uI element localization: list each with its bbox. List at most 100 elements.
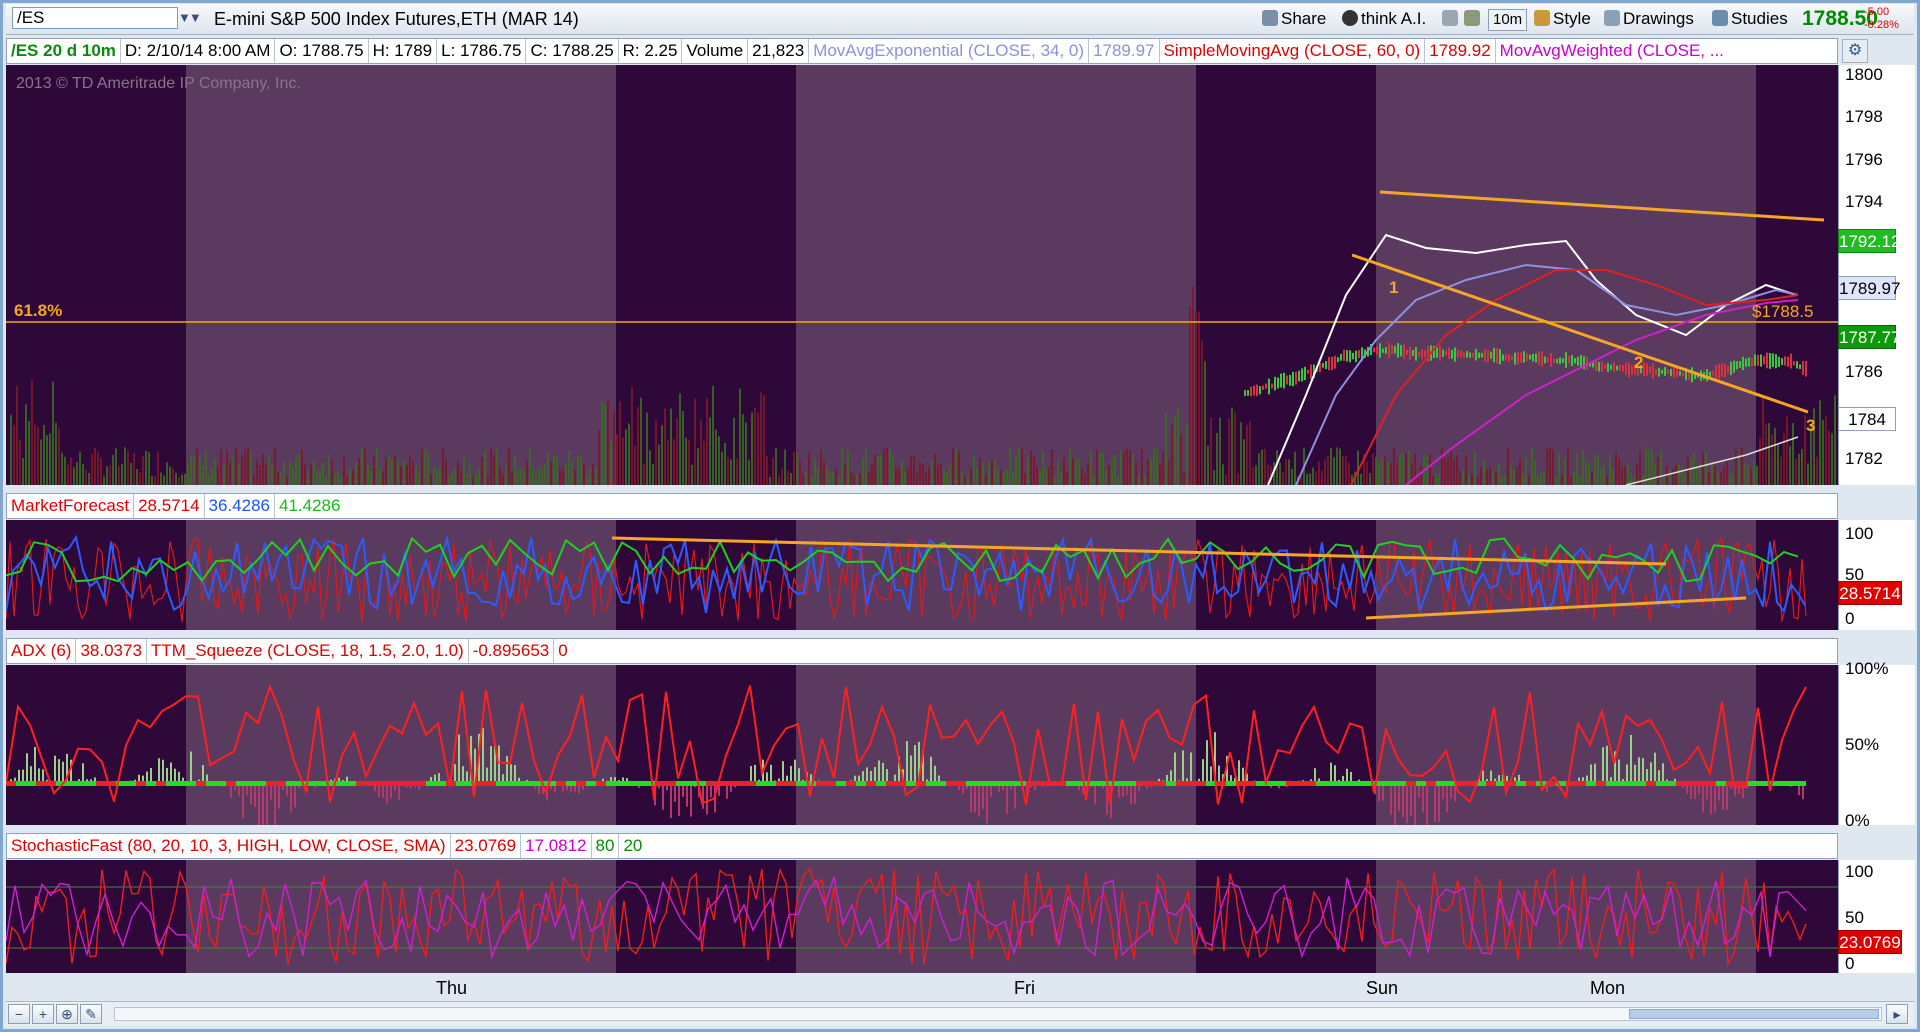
price-candle <box>1310 364 1312 380</box>
studies-button[interactable]: Studies <box>1712 8 1788 30</box>
volume-bar <box>1576 453 1578 485</box>
stochastic-axis[interactable]: 100 50 0 <box>1838 860 1915 973</box>
price-candle <box>1292 371 1294 387</box>
volume-bar <box>1369 473 1371 485</box>
price-candle <box>1727 365 1729 374</box>
volume-bar <box>1732 473 1734 485</box>
zoom-in-icon[interactable]: + <box>32 1004 54 1024</box>
volume-bar <box>1672 469 1674 485</box>
squeeze-dot <box>1296 781 1306 786</box>
squeeze-histogram-bar <box>174 768 176 783</box>
market-forecast-pane[interactable] <box>6 520 1838 630</box>
day-label-thu: Thu <box>436 978 468 998</box>
volume-bar <box>349 468 351 485</box>
squeeze-dot <box>1066 781 1076 786</box>
sma-label[interactable]: SimpleMovingAvg (CLOSE, 60, 0) <box>1160 39 1426 63</box>
period-selector[interactable]: 10m <box>1488 9 1528 31</box>
drawings-button[interactable]: Drawings <box>1604 8 1694 30</box>
zoom-out-icon[interactable]: − <box>8 1004 30 1024</box>
volume-bar <box>127 450 129 485</box>
think-ai-button[interactable]: think A.I. <box>1342 8 1426 30</box>
squeeze-dot <box>436 781 446 786</box>
squeeze-histogram-bar <box>1414 783 1416 825</box>
price-candle <box>1328 356 1330 371</box>
market-forecast-label[interactable]: MarketForecast <box>7 494 135 518</box>
volume-bar <box>1057 460 1059 485</box>
volume-bar <box>1279 462 1281 485</box>
volume-bar <box>1186 422 1188 485</box>
volume-bar <box>1444 458 1446 485</box>
volume-bar <box>610 440 612 485</box>
squeeze-dot <box>556 781 566 786</box>
volume-bar <box>1438 473 1440 485</box>
volume-bar <box>667 440 669 485</box>
settings-tool-button[interactable] <box>1464 8 1483 30</box>
day-label-fri: Fri <box>1014 978 1035 998</box>
volume-bar <box>301 449 303 485</box>
squeeze-dot <box>1666 781 1676 786</box>
squeeze-dot <box>1176 781 1186 786</box>
price-candle <box>1334 355 1336 369</box>
fit-zoom-icon[interactable]: ⊕ <box>56 1004 78 1024</box>
price-candle <box>1337 357 1339 363</box>
scroll-right-icon[interactable]: ▸ <box>1886 1004 1908 1024</box>
volume-bar <box>1735 449 1737 485</box>
ema-label[interactable]: MovAvgExponential (CLOSE, 34, 0) <box>809 39 1090 63</box>
squeeze-dot <box>1186 781 1196 786</box>
volume-bar <box>700 420 702 485</box>
volume-bar <box>304 465 306 485</box>
scroll-thumb[interactable] <box>1629 1009 1879 1019</box>
adx-axis[interactable]: 100% 50% 0% <box>1838 659 1915 830</box>
volume-bar <box>1360 473 1362 485</box>
price-candle <box>1796 361 1798 369</box>
volume-bar <box>628 423 630 485</box>
volume-bar <box>1525 455 1527 485</box>
stochastic-label[interactable]: StochasticFast (80, 20, 10, 3, HIGH, LOW… <box>7 834 451 858</box>
adx-label[interactable]: ADX (6) <box>7 639 77 663</box>
volume-bar <box>1465 456 1467 485</box>
crosshair-tool-button[interactable] <box>1442 8 1461 30</box>
volume-bar <box>721 451 723 485</box>
price-chart <box>6 65 1838 485</box>
volume-bar <box>889 449 891 485</box>
wma-label[interactable]: MovAvgWeighted (CLOSE, ... <box>1496 39 1728 63</box>
stochastic-pane[interactable] <box>6 860 1838 973</box>
squeeze-dot <box>796 781 806 786</box>
volume-bar <box>430 474 432 485</box>
market-forecast-axis[interactable]: 100 50 0 <box>1838 520 1915 630</box>
volume-bar <box>313 459 315 485</box>
volume-bar <box>295 457 297 485</box>
drawing-pen-icon[interactable]: ✎ <box>80 1004 102 1024</box>
squeeze-dot <box>1396 781 1406 786</box>
volume-bar <box>559 469 561 485</box>
squeeze-dot <box>26 781 36 786</box>
volume-bar <box>97 451 99 485</box>
price-candle <box>1544 356 1546 364</box>
price-candle <box>1598 361 1600 372</box>
time-scrollbar[interactable] <box>114 1007 1882 1021</box>
volume-bar <box>199 457 201 485</box>
net-change: -5.00 <box>1864 6 1890 18</box>
volume-bar <box>1789 445 1791 485</box>
price-candle <box>1562 358 1564 363</box>
volume-bar <box>1441 447 1443 485</box>
price-candle <box>1775 354 1777 369</box>
volume-bar <box>1066 471 1068 485</box>
price-candle <box>1787 356 1789 367</box>
volume-bar <box>1435 473 1437 485</box>
squeeze-dot <box>1676 781 1686 786</box>
volume-bar <box>1708 472 1710 485</box>
volume-bar <box>904 472 906 485</box>
volume-bar <box>157 452 159 485</box>
style-button[interactable]: Style <box>1534 8 1591 30</box>
price-pane[interactable]: 2013 © TD Ameritrade IP Company, Inc. 61… <box>6 65 1838 485</box>
volume-bar <box>121 463 123 485</box>
chart-settings-icon[interactable]: ⚙ <box>1842 39 1868 63</box>
volume-bar <box>1075 458 1077 485</box>
adx-pane[interactable] <box>6 665 1838 825</box>
symbol-menu-arrows-icon[interactable]: ▼▼ <box>178 10 202 25</box>
volume-bar <box>139 472 141 485</box>
squeeze-label[interactable]: TTM_Squeeze (CLOSE, 18, 1.5, 2.0, 1.0) <box>147 639 469 663</box>
symbol-input[interactable]: /ES <box>12 7 178 29</box>
share-button[interactable]: Share <box>1262 8 1326 30</box>
